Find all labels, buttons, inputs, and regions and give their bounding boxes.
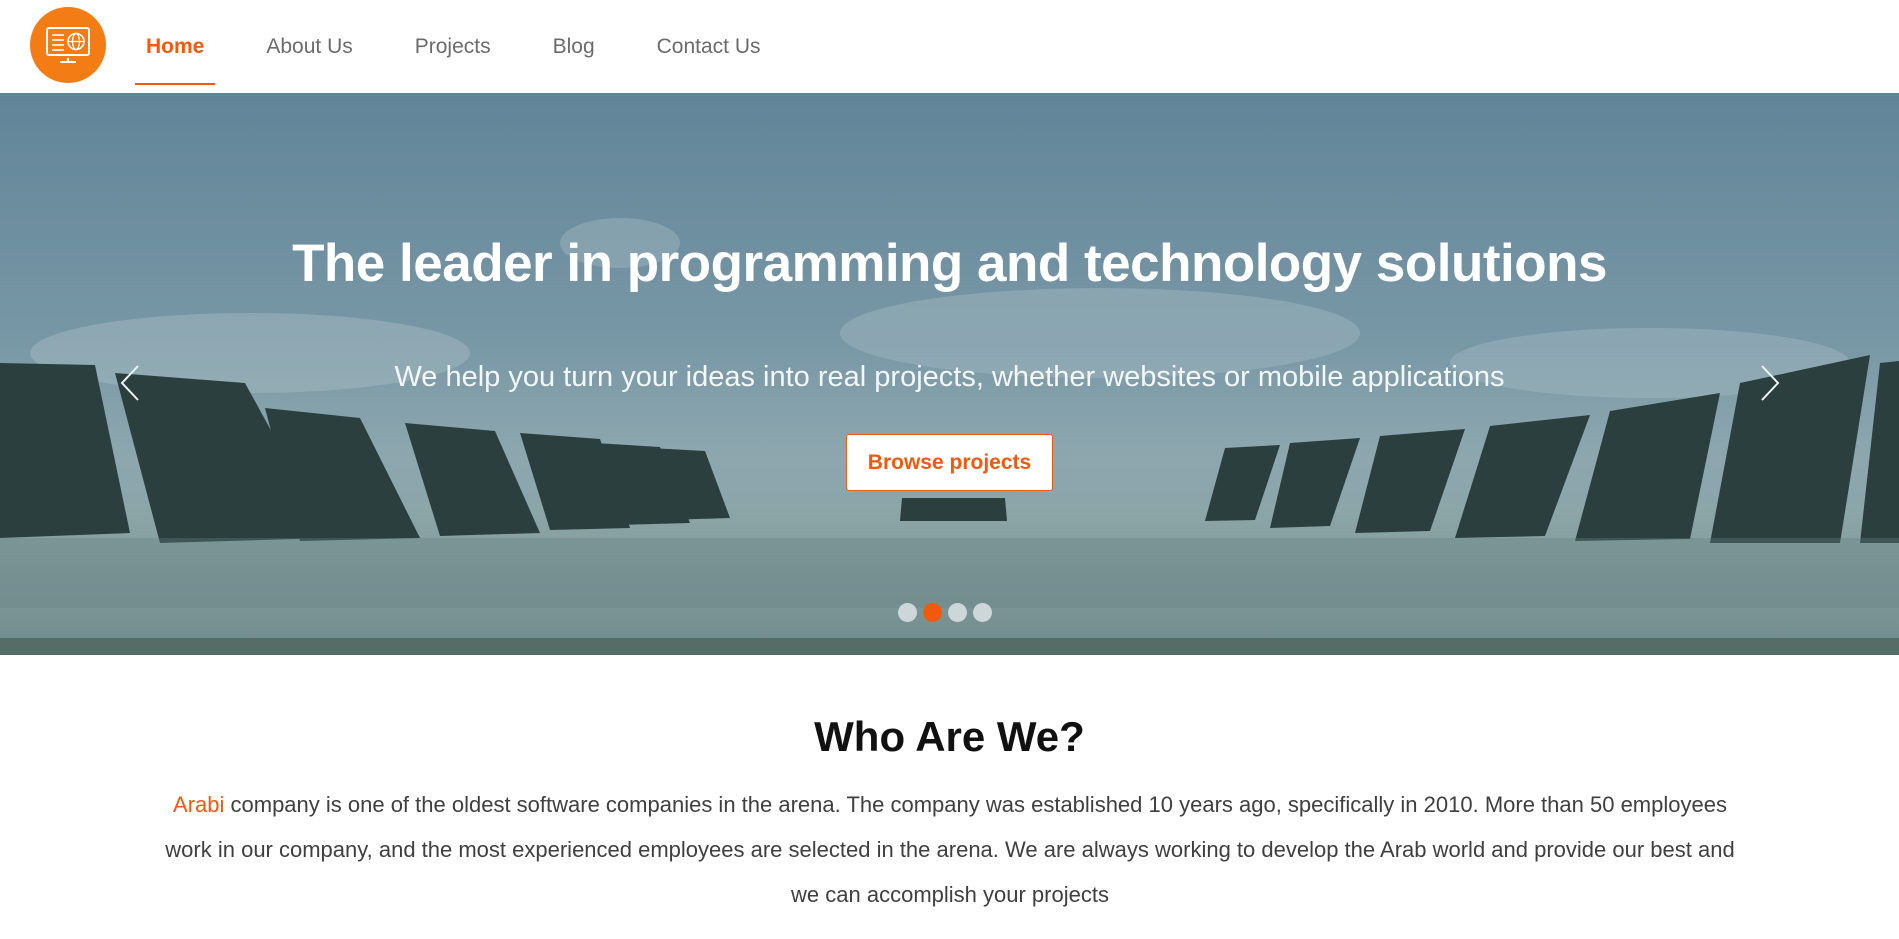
about-title: Who Are We?: [814, 713, 1085, 760]
nav-home[interactable]: Home: [135, 35, 216, 85]
about-text: Arabi company is one of the oldest softw…: [160, 782, 1740, 917]
browse-projects-button[interactable]: Browse projects: [846, 434, 1053, 491]
nav-about-us[interactable]: About Us: [255, 35, 363, 59]
hero-title: The leader in programming and technology…: [292, 234, 1607, 293]
hero-subtitle: We help you turn your ideas into real pr…: [394, 361, 1505, 393]
navbar: Home About Us Projects Blog Contact Us: [0, 0, 1899, 93]
nav-projects[interactable]: Projects: [404, 35, 502, 59]
carousel-dot-4[interactable]: [973, 603, 992, 622]
carousel-dot-1[interactable]: [898, 603, 917, 622]
hero-carousel: The leader in programming and technology…: [0, 93, 1899, 655]
about-body: company is one of the oldest software co…: [165, 792, 1735, 907]
brand-name: Arabi: [173, 792, 225, 817]
main-nav: Home About Us Projects Blog Contact Us: [135, 0, 812, 93]
carousel-dot-2[interactable]: [923, 603, 942, 622]
chevron-left-icon: [120, 365, 139, 401]
chevron-right-icon: [1761, 365, 1780, 401]
carousel-prev-button[interactable]: [112, 353, 148, 413]
hero-bottom-strip: [0, 638, 1899, 655]
logo[interactable]: [30, 7, 106, 83]
carousel-indicators: [898, 603, 992, 622]
monitor-globe-icon: [46, 27, 90, 63]
nav-blog[interactable]: Blog: [542, 35, 606, 59]
carousel-next-button[interactable]: [1752, 353, 1788, 413]
nav-contact-us[interactable]: Contact Us: [646, 35, 772, 59]
carousel-dot-3[interactable]: [948, 603, 967, 622]
